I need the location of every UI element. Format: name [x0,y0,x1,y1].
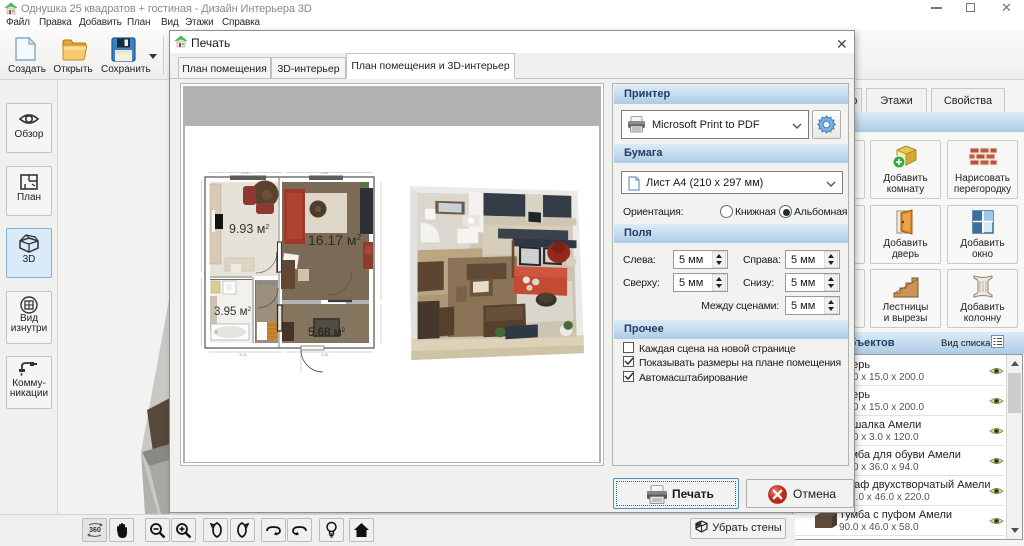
svg-text:3.95 м2: 3.95 м2 [214,306,251,318]
svg-text:360: 360 [89,527,101,534]
svg-text:5.68 м2: 5.68 м2 [308,327,345,339]
svg-text:3.81: 3.81 [321,172,330,175]
svg-text:16.17 м2: 16.17 м2 [308,232,362,248]
svg-text:3.04: 3.04 [239,352,248,357]
svg-text:3.04: 3.04 [241,172,250,175]
svg-text:9.93 м2: 9.93 м2 [229,222,269,236]
svg-text:3.81: 3.81 [321,352,330,357]
